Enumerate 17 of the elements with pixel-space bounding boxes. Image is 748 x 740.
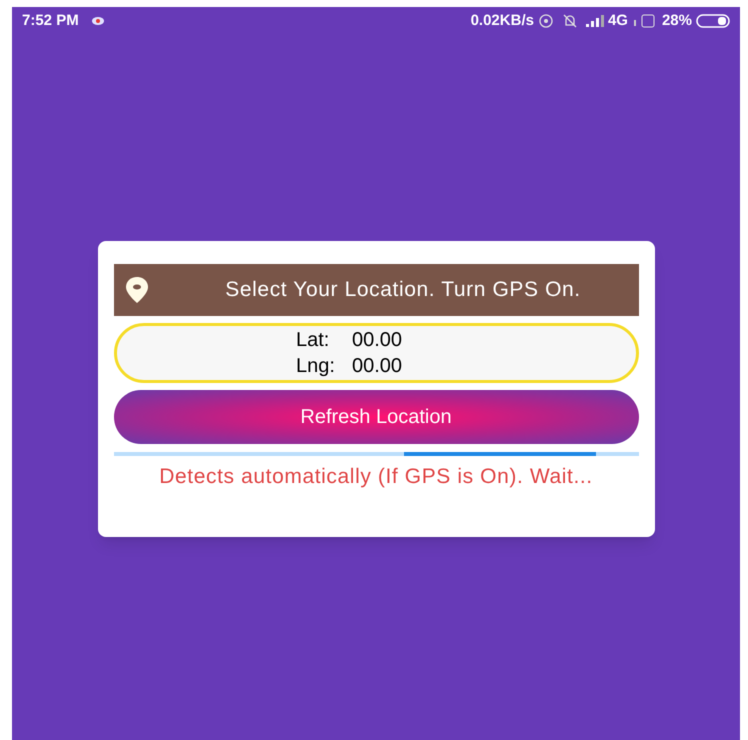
hotspot-icon (538, 13, 554, 29)
muted-bell-icon (562, 13, 578, 29)
coordinate-label: Lng: (296, 354, 336, 378)
refresh-location-button[interactable]: Refresh Location (114, 390, 638, 444)
coordinate-label: Lat: (296, 328, 330, 352)
network-type: 4G (608, 10, 628, 31)
coordinate-value: 00.00 (352, 354, 402, 378)
battery-icon (696, 14, 730, 28)
status-message: Detects automatically (If GPS is On). Wait... (158, 466, 594, 488)
app-notification-icon (90, 16, 105, 26)
battery-percent: 28% (662, 10, 692, 31)
network-speed: 0.02KB/s (470, 10, 534, 31)
signal-icon (586, 15, 604, 27)
coordinate-value: 00.00 (352, 328, 402, 352)
header-title: Select Your Location. Turn GPS On. (224, 279, 582, 301)
location-pin-icon (124, 276, 150, 304)
status-time: 7:52 PM (22, 10, 79, 31)
